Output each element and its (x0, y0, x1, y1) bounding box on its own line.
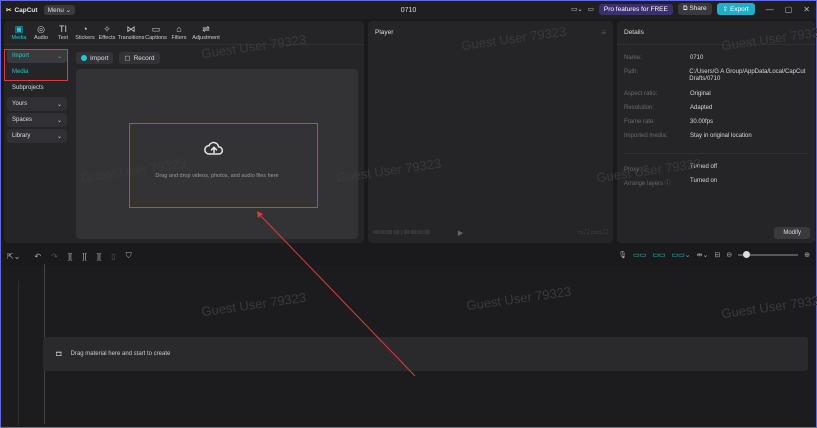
annotation-arrow (257, 211, 416, 377)
capcut-window: ✂ CapCut Menu ⌄ 0710 ▭⌄ ▭ Pro features f… (0, 0, 817, 428)
